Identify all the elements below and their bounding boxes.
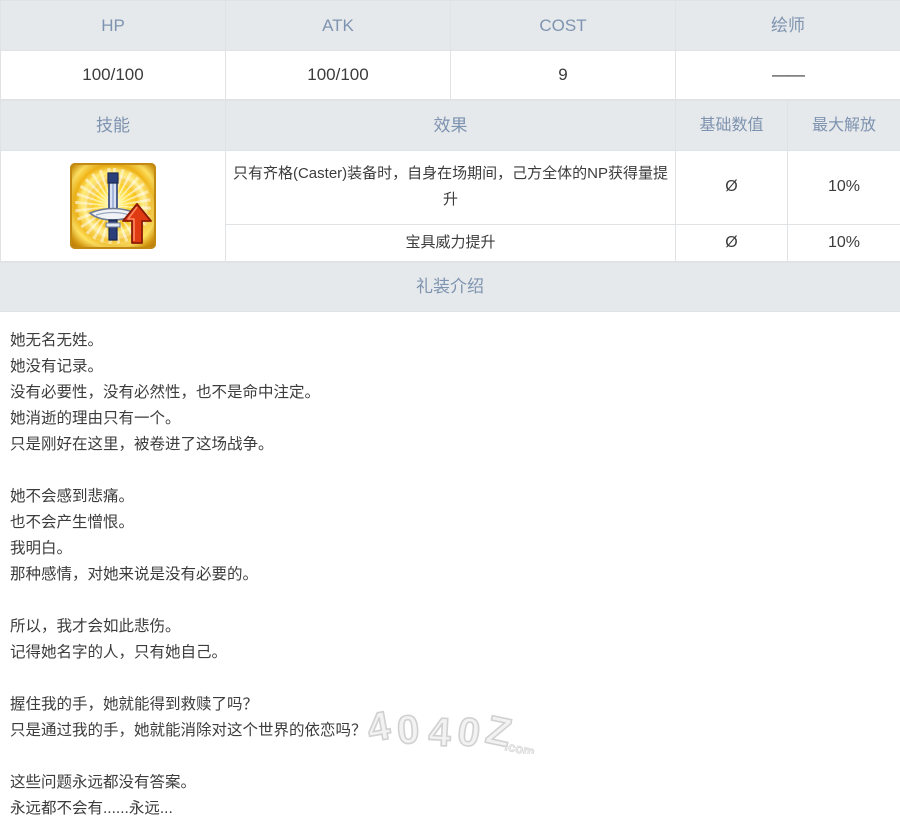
intro-line-blank: [10, 458, 890, 484]
intro-line: 只是刚好在这里，被卷进了这场战争。: [10, 436, 274, 453]
intro-line: 她无名无姓。: [10, 332, 104, 349]
intro-section-title: 礼装介绍: [0, 262, 900, 312]
intro-line: 她不会感到悲痛。: [10, 488, 135, 505]
stats-value-illustrator: ——: [675, 50, 900, 100]
skills-header-row: 技能 效果 基础数值 最大解放: [0, 100, 900, 151]
skill-icon-cell: [0, 150, 226, 262]
intro-line: 握住我的手，她就能得到救赎了吗？: [10, 696, 259, 713]
intro-lines-container: 她无名无姓。 她没有记录。没有必要性，没有必然性，也不是命中注定。 她消逝的理由只有…: [10, 328, 890, 822]
skill-max-release-2: 10%: [787, 223, 900, 263]
skills-header-effect: 效果: [225, 100, 676, 151]
intro-line: 记得她名字的人，只有她自己。: [10, 644, 228, 661]
stats-header-row: HP ATK COST 绘师: [0, 0, 900, 51]
skills-header-skill: 技能: [0, 100, 226, 151]
intro-line-blank: [10, 588, 890, 614]
intro-line: 只是通过我的手，她就能消除对这个世界的依恋吗？: [10, 722, 367, 739]
skill-base-value-1: Ø: [675, 150, 788, 225]
stats-header-atk: ATK: [225, 0, 451, 51]
stats-header-cost: COST: [450, 0, 676, 51]
intro-body: 她无名无姓。 她没有记录。没有必要性，没有必然性，也不是命中注定。 她消逝的理由只有…: [0, 312, 900, 822]
stats-value-hp: 100/100: [0, 50, 226, 100]
skills-header-base-value: 基础数值: [675, 100, 788, 151]
skills-header-max-release: 最大解放: [787, 100, 900, 151]
skill-effect-1: 只有齐格(Caster)装备时，自身在场期间，己方全体的NP获得量提升: [225, 150, 676, 225]
intro-line: 我明白。: [10, 540, 73, 557]
stats-table: HP ATK COST 绘师 100/100 100/100 9 ——: [0, 0, 900, 100]
intro-line: 也不会产生憎恨。: [10, 514, 135, 531]
stats-value-cost: 9: [450, 50, 676, 100]
stats-value-row: 100/100 100/100 9 ——: [0, 50, 900, 100]
intro-line: 永远都不会有......永远...: [10, 800, 173, 817]
sword-arrow-glyph: [88, 172, 152, 244]
skills-table: 技能 效果 基础数值 最大解放 只有齐格(Caster)装备时，自身在场期间，己…: [0, 100, 900, 263]
intro-line: 那种感情，对她来说是没有必要的。: [10, 566, 259, 583]
intro-line: 她消逝的理由只有一个。: [10, 410, 181, 427]
skill-max-release-1: 10%: [787, 150, 900, 225]
stats-header-illustrator: 绘师: [675, 0, 900, 51]
skill-base-value-2: Ø: [675, 223, 788, 263]
skill-effect-2: 宝具威力提升: [225, 223, 676, 263]
skill-row-1: 只有齐格(Caster)装备时，自身在场期间，己方全体的NP获得量提升 Ø 10…: [0, 150, 900, 262]
intro-line: 这些问题永远都没有答案。: [10, 774, 197, 791]
stats-header-hp: HP: [0, 0, 226, 51]
stats-value-atk: 100/100: [225, 50, 451, 100]
intro-line-blank: [10, 744, 890, 770]
intro-line: 所以，我才会如此悲伤。: [10, 618, 181, 635]
intro-line: 没有必要性，没有必然性，也不是命中注定。: [10, 384, 321, 401]
intro-line-blank: [10, 666, 890, 692]
intro-line: 她没有记录。: [10, 358, 104, 375]
np-gain-up-sword-icon: [70, 163, 156, 249]
